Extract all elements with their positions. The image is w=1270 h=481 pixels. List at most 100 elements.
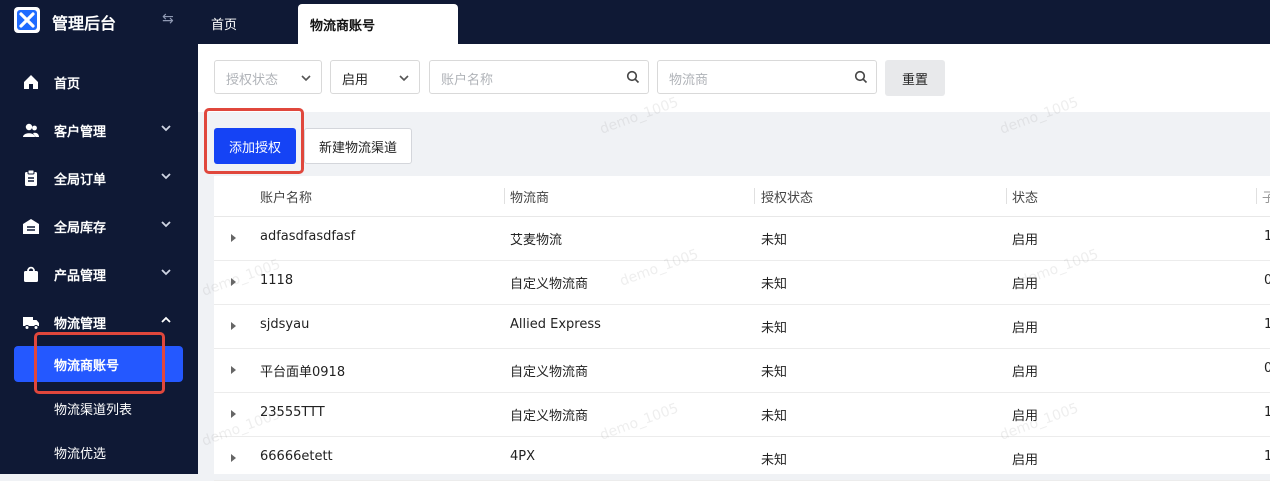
warehouse-icon xyxy=(23,219,39,234)
tab-logistics-accounts[interactable]: 物流商账号 xyxy=(298,4,458,44)
expand-caret-icon[interactable] xyxy=(230,453,238,463)
chevron-down-icon xyxy=(161,221,171,228)
reset-button[interactable]: 重置 xyxy=(885,60,945,96)
top-bar: 管理后台 ⇆ 首页 物流商账号 xyxy=(0,0,1270,44)
expand-caret-icon[interactable] xyxy=(230,233,238,243)
cell-extra: 1 xyxy=(1264,405,1270,420)
sidebar-item-label: 客户管理 xyxy=(54,125,107,140)
sidebar-item-products[interactable]: 产品管理 xyxy=(0,254,198,294)
cell-extra: 1 xyxy=(1264,229,1270,244)
cell-auth-status: 未知 xyxy=(761,409,788,424)
expand-caret-icon[interactable] xyxy=(230,409,238,419)
expand-caret-icon[interactable] xyxy=(230,365,238,375)
sidebar-subitem-label: 物流渠道列表 xyxy=(54,403,133,418)
table-row[interactable]: sjdsyau Allied Express 未知 启用 1 xyxy=(214,304,1270,349)
app-title: 管理后台 xyxy=(52,14,117,33)
sidebar-item-label: 产品管理 xyxy=(54,269,107,284)
sidebar-item-label: 首页 xyxy=(54,77,81,92)
accounts-table: 账户名称 物流商 授权状态 状态 子 adfasdfasdfasf 艾麦物流 未… xyxy=(214,176,1270,481)
cell-auth-status: 未知 xyxy=(761,277,788,292)
cell-account: adfasdfasdfasf xyxy=(260,229,356,244)
cell-account: sjdsyau xyxy=(260,317,310,332)
table-row[interactable]: 平台面单0918 自定义物流商 未知 启用 0 xyxy=(214,348,1270,393)
column-header: 账户名称 xyxy=(260,191,313,206)
users-icon xyxy=(23,123,39,137)
sidebar-item-label: 全局库存 xyxy=(54,221,107,236)
expand-caret-icon[interactable] xyxy=(230,321,238,331)
column-divider xyxy=(754,188,755,204)
highlight-box xyxy=(204,108,304,174)
cell-status: 启用 xyxy=(1012,409,1039,424)
sidebar-item-orders[interactable]: 全局订单 xyxy=(0,158,198,198)
column-divider xyxy=(1256,188,1257,204)
column-header: 物流商 xyxy=(510,191,550,206)
cell-carrier: 自定义物流商 xyxy=(510,409,589,424)
sidebar-item-label: 全局订单 xyxy=(54,173,107,188)
cell-extra: 1 xyxy=(1264,317,1270,332)
table-header: 账户名称 物流商 授权状态 状态 子 xyxy=(214,176,1270,217)
cell-auth-status: 未知 xyxy=(761,453,788,468)
account-name-input[interactable]: 账户名称 xyxy=(429,60,649,94)
search-icon[interactable] xyxy=(626,70,640,84)
chevron-up-icon xyxy=(161,316,171,323)
cell-carrier: Allied Express xyxy=(510,317,601,332)
cell-account: 66666etett xyxy=(260,449,333,464)
logo-icon xyxy=(14,7,40,33)
column-header: 状态 xyxy=(1012,191,1039,206)
carrier-input[interactable]: 物流商 xyxy=(657,60,877,94)
reset-label: 重置 xyxy=(901,73,928,88)
cell-extra: 1 xyxy=(1264,449,1270,464)
filter-bar: 授权状态 启用 账户名称 物流商 重置 xyxy=(198,44,1270,112)
highlight-box xyxy=(34,332,165,394)
cell-extra: 0 xyxy=(1264,361,1270,376)
expand-caret-icon[interactable] xyxy=(230,277,238,287)
main-content: 授权状态 启用 账户名称 物流商 重置 添加授权 新建物流渠道 账户名称 物流商… xyxy=(198,44,1270,481)
search-icon[interactable] xyxy=(854,70,868,84)
tab-home[interactable]: 首页 xyxy=(198,14,250,33)
table-row[interactable]: 23555TTT 自定义物流商 未知 启用 1 xyxy=(214,392,1270,437)
chevron-down-icon xyxy=(161,125,171,132)
cell-carrier: 自定义物流商 xyxy=(510,365,589,380)
sidebar-subitem-logistics-channels[interactable]: 物流渠道列表 xyxy=(14,390,183,426)
home-icon xyxy=(24,75,38,89)
clipboard-icon xyxy=(25,169,37,186)
cell-status: 启用 xyxy=(1012,233,1039,248)
cell-carrier: 艾麦物流 xyxy=(510,233,563,248)
account-name-placeholder: 账户名称 xyxy=(441,73,494,88)
table-row[interactable]: adfasdfasdfasf 艾麦物流 未知 启用 1 xyxy=(214,216,1270,261)
sidebar-item-label: 物流管理 xyxy=(54,317,107,332)
chevron-down-icon xyxy=(399,75,409,82)
sidebar-item-customers[interactable]: 客户管理 xyxy=(0,110,198,150)
chevron-down-icon xyxy=(301,75,311,82)
cell-account: 平台面单0918 xyxy=(260,365,346,380)
column-header: 授权状态 xyxy=(761,191,814,206)
cell-status: 启用 xyxy=(1012,277,1039,292)
bag-icon xyxy=(24,266,38,282)
new-channel-label: 新建物流渠道 xyxy=(318,141,397,156)
auth-status-select[interactable]: 授权状态 xyxy=(214,60,322,94)
truck-icon xyxy=(23,317,39,330)
table-row[interactable]: 1118 自定义物流商 未知 启用 0 xyxy=(214,260,1270,305)
sidebar-subitem-logistics-preferred[interactable]: 物流优选 xyxy=(14,434,183,470)
cell-extra: 0 xyxy=(1264,273,1270,288)
table-row[interactable]: 66666etett 4PX 未知 启用 1 xyxy=(214,436,1270,481)
cell-carrier: 4PX xyxy=(510,449,536,464)
sidebar-subitem-label: 物流优选 xyxy=(54,447,107,462)
sidebar-item-inventory[interactable]: 全局库存 xyxy=(0,206,198,246)
chevron-down-icon xyxy=(161,173,171,180)
column-divider xyxy=(1006,188,1007,204)
tab-label: 物流商账号 xyxy=(310,19,376,34)
cell-status: 启用 xyxy=(1012,453,1039,468)
sidebar-item-home[interactable]: 首页 xyxy=(0,62,198,102)
new-channel-button[interactable]: 新建物流渠道 xyxy=(304,128,412,164)
cell-status: 启用 xyxy=(1012,365,1039,380)
auth-status-placeholder: 授权状态 xyxy=(226,73,279,88)
carrier-placeholder: 物流商 xyxy=(669,73,709,88)
enabled-value: 启用 xyxy=(342,73,369,88)
cell-account: 1118 xyxy=(260,273,294,288)
enabled-select[interactable]: 启用 xyxy=(330,60,420,94)
cell-status: 启用 xyxy=(1012,321,1039,336)
column-divider xyxy=(504,188,505,204)
cell-auth-status: 未知 xyxy=(761,233,788,248)
collapse-toggle-icon[interactable]: ⇆ xyxy=(162,11,174,27)
